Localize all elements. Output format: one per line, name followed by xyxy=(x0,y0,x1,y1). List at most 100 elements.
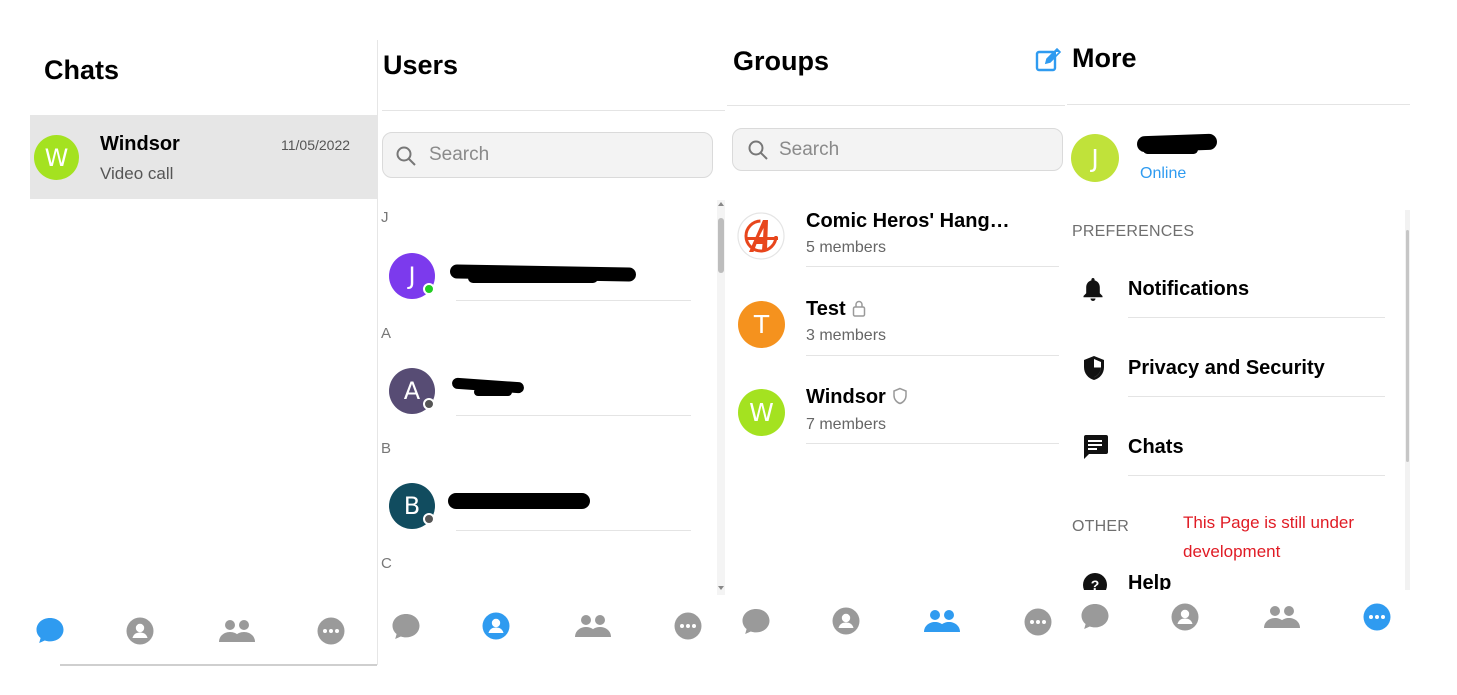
groups-nav-icon[interactable] xyxy=(922,607,962,640)
header-divider xyxy=(727,105,1065,106)
search-input[interactable]: Search xyxy=(429,144,489,166)
more-panel: More J Online PREFERENCES Notifications … xyxy=(1065,0,1420,695)
lock-icon xyxy=(852,299,866,322)
scrollbar[interactable] xyxy=(717,200,725,595)
row-divider xyxy=(456,530,691,531)
avatar: W xyxy=(738,389,785,436)
shield-outline-icon xyxy=(892,387,908,410)
groups-panel: Groups Search Comic Heros' Hang… 5 membe… xyxy=(725,0,1065,695)
header-divider xyxy=(1067,104,1410,105)
redacted-name xyxy=(468,273,598,283)
offline-status-dot xyxy=(423,398,435,410)
row-divider xyxy=(806,355,1059,356)
group-list-item[interactable]: W Windsor 7 members xyxy=(725,378,1065,448)
groups-nav-icon[interactable] xyxy=(1262,603,1302,636)
dev-notice: This Page is still under development xyxy=(1183,513,1355,561)
bell-icon xyxy=(1082,276,1104,307)
chats-nav-icon[interactable] xyxy=(741,607,771,640)
bottom-nav xyxy=(378,600,725,660)
privacy-security-label: Privacy and Security xyxy=(1128,357,1325,379)
more-title: More xyxy=(1072,43,1137,73)
user-list-item[interactable]: B xyxy=(378,475,718,535)
users-nav-icon[interactable] xyxy=(1171,603,1199,636)
row-divider xyxy=(806,443,1059,444)
chats-panel: Chats W Windsor 11/05/2022 Video call xyxy=(30,0,377,695)
chats-nav-icon[interactable] xyxy=(35,616,65,649)
more-nav-icon[interactable] xyxy=(1024,608,1052,641)
section-letter: C xyxy=(381,555,392,572)
chats-settings-label: Chats xyxy=(1128,436,1184,458)
other-header: OTHER xyxy=(1072,518,1129,535)
user-list-item[interactable]: J xyxy=(378,245,718,305)
scrollbar-up-arrow[interactable] xyxy=(718,202,724,206)
offline-status-dot xyxy=(423,513,435,525)
avatar: T xyxy=(738,301,785,348)
more-nav-icon[interactable] xyxy=(674,612,702,645)
users-search-box[interactable]: Search xyxy=(382,132,713,178)
row-divider xyxy=(456,300,691,301)
users-panel: Users Search J J A A B B C xyxy=(378,0,725,695)
shield-icon xyxy=(1082,354,1106,387)
header-divider xyxy=(382,110,725,111)
scrollbar[interactable] xyxy=(1405,210,1410,590)
preferences-header: PREFERENCES xyxy=(1072,223,1195,240)
chat-bubble-icon xyxy=(1081,433,1109,466)
row-divider xyxy=(1128,396,1385,397)
section-letter: A xyxy=(381,325,392,342)
chats-nav-icon[interactable] xyxy=(1080,602,1110,635)
group-name: Windsor xyxy=(806,386,886,408)
group-name: Test xyxy=(806,298,846,320)
redacted-name xyxy=(1143,145,1198,154)
privacy-security-item[interactable]: Privacy and Security xyxy=(1065,339,1405,399)
users-nav-icon[interactable] xyxy=(482,612,510,645)
group-list-item[interactable]: T Test 3 members xyxy=(725,290,1065,360)
more-nav-icon[interactable] xyxy=(317,617,345,650)
group-name: Comic Heros' Hang… xyxy=(806,210,1010,232)
chats-title: Chats xyxy=(44,55,120,85)
section-letter: B xyxy=(381,440,392,457)
svg-text:?: ? xyxy=(1091,577,1100,590)
groups-nav-icon[interactable] xyxy=(573,612,613,645)
nav-bottom-line xyxy=(60,664,377,666)
scrollbar-thumb[interactable] xyxy=(1406,230,1409,462)
search-icon xyxy=(395,145,417,172)
compose-icon[interactable] xyxy=(1034,46,1062,79)
scrollbar-thumb[interactable] xyxy=(718,218,724,273)
notifications-label: Notifications xyxy=(1128,278,1250,300)
section-letter: J xyxy=(381,209,389,226)
online-status-text: Online xyxy=(1140,165,1187,182)
groups-nav-icon[interactable] xyxy=(217,617,257,650)
groups-search-box[interactable]: Search xyxy=(732,128,1063,171)
group-list-item[interactable]: Comic Heros' Hang… 5 members xyxy=(725,200,1065,270)
group-members: 5 members xyxy=(806,239,887,256)
profile-row[interactable]: J Online xyxy=(1065,125,1410,195)
notifications-item[interactable]: Notifications xyxy=(1065,260,1405,320)
help-label: Help xyxy=(1128,572,1172,590)
users-title: Users xyxy=(383,50,459,80)
search-input[interactable]: Search xyxy=(779,139,839,161)
chats-settings-item[interactable]: Chats xyxy=(1065,418,1405,478)
chat-list-item[interactable]: W Windsor 11/05/2022 Video call xyxy=(30,115,377,199)
scrollbar-down-arrow[interactable] xyxy=(718,586,724,590)
users-nav-icon[interactable] xyxy=(126,617,154,650)
row-divider xyxy=(1128,317,1385,318)
row-divider xyxy=(806,266,1059,267)
groups-title: Groups xyxy=(733,46,830,76)
more-nav-icon[interactable] xyxy=(1363,603,1391,636)
row-divider xyxy=(1128,475,1385,476)
group-members: 3 members xyxy=(806,327,887,344)
bottom-nav xyxy=(30,600,377,664)
chats-nav-icon[interactable] xyxy=(391,612,421,645)
user-list-item[interactable]: A xyxy=(378,360,718,420)
avatar: J xyxy=(1071,134,1119,182)
settings-list: PREFERENCES Notifications Privacy and Se… xyxy=(1065,210,1410,590)
search-icon xyxy=(747,139,769,166)
users-nav-icon[interactable] xyxy=(832,607,860,640)
help-item[interactable]: ? Help xyxy=(1065,568,1405,590)
redacted-name xyxy=(474,388,512,396)
avengers-logo-icon xyxy=(737,212,785,265)
help-icon: ? xyxy=(1082,572,1108,590)
chat-name: Windsor xyxy=(100,133,180,155)
chat-preview: Video call xyxy=(100,164,174,183)
group-members: 7 members xyxy=(806,416,887,433)
